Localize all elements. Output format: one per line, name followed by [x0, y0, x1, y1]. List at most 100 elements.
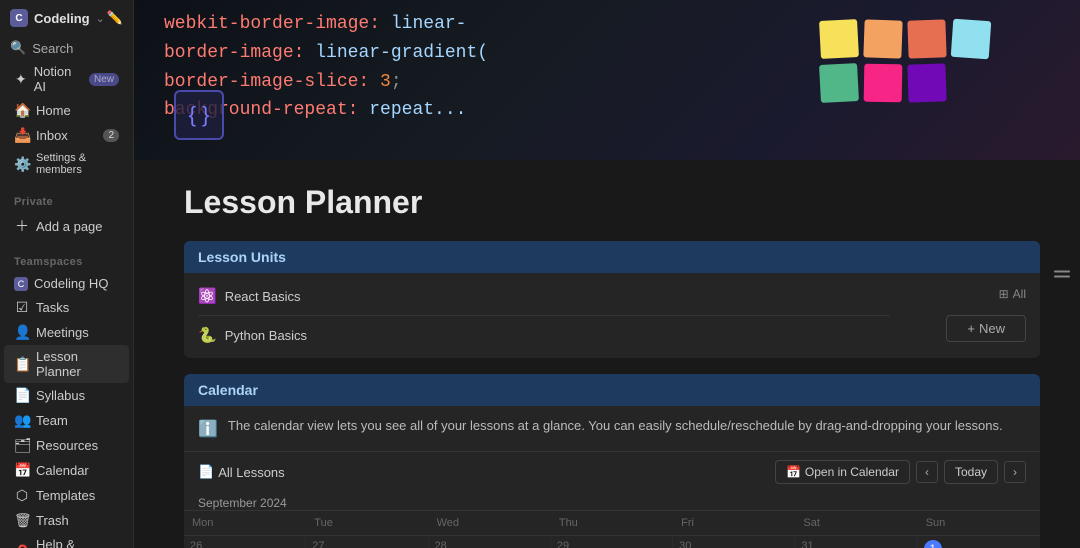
lesson-planner-label: Lesson Planner: [36, 349, 119, 379]
trash-label: Trash: [36, 513, 69, 528]
notion-ai-icon: ✦: [14, 71, 28, 88]
hero-logo: { }: [174, 90, 224, 140]
calendar-section-label: Calendar: [198, 382, 258, 398]
search-button[interactable]: 🔍 Search: [0, 36, 133, 60]
sidebar-item-home[interactable]: 🏠 Home: [4, 98, 129, 123]
workspace-info: C Codeling ⌄: [10, 9, 105, 27]
sidebar-item-add-page[interactable]: ＋ Add a page: [4, 212, 129, 240]
sidebar-item-inbox[interactable]: 📥 Inbox 2: [4, 123, 129, 148]
sidebar-item-help[interactable]: ❓ Help & support: [4, 533, 129, 548]
notion-ai-badge: New: [89, 73, 119, 86]
day-mon: Mon: [184, 511, 306, 535]
workspace-name: Codeling: [34, 11, 90, 26]
lesson-units-label: Lesson Units: [198, 249, 286, 265]
sidebar-item-syllabus[interactable]: 📄 Syllabus: [4, 383, 129, 408]
all-filter-button[interactable]: ⊞ All: [999, 281, 1026, 307]
hero-banner: webkit-border-image: linear- border-imag…: [134, 0, 1080, 160]
resources-label: Resources: [36, 438, 98, 453]
calendar-block: Calendar ℹ️ The calendar view lets you s…: [184, 374, 1040, 548]
sidebar-item-meetings[interactable]: 👤 Meetings: [4, 320, 129, 345]
templates-icon: ⬡: [14, 487, 30, 504]
sticky-note-pink: [864, 64, 903, 103]
cal-cell-28[interactable]: 28: [429, 536, 551, 548]
cal-next-button[interactable]: ›: [1004, 461, 1026, 483]
sidebar-item-resources[interactable]: 🗂 Resources: [4, 433, 129, 458]
day-sun: Sun: [918, 511, 1040, 535]
home-label: Home: [36, 103, 71, 118]
calendar-btn-icon: 📅: [786, 465, 801, 479]
team-label: Team: [36, 413, 68, 428]
sticky-note-cyan: [951, 19, 992, 60]
sidebar-item-tasks[interactable]: ☑ Tasks: [4, 295, 129, 320]
lesson-divider: [198, 315, 890, 316]
all-label: All: [1013, 287, 1026, 301]
cal-cell-26[interactable]: 26: [184, 536, 306, 548]
python-icon: 🐍: [198, 326, 217, 344]
lesson-item-react[interactable]: ⚛️ React Basics: [198, 281, 890, 311]
lesson-item-python[interactable]: 🐍 Python Basics: [198, 320, 890, 350]
calendar-icon: 📅: [14, 462, 30, 479]
cal-cell-30[interactable]: 30: [673, 536, 795, 548]
workspace-header[interactable]: C Codeling ⌄ ✏️: [0, 0, 133, 36]
syllabus-icon: 📄: [14, 387, 30, 404]
hamburger-menu[interactable]: [1054, 271, 1070, 278]
sidebar: C Codeling ⌄ ✏️ 🔍 Search ✦ Notion AI New…: [0, 0, 134, 548]
lesson-units-header: Lesson Units: [184, 241, 1040, 273]
hamburger-line-2: [1054, 276, 1070, 278]
sidebar-item-templates[interactable]: ⬡ Templates: [4, 483, 129, 508]
python-basics-label: Python Basics: [225, 328, 307, 343]
plus-icon: +: [967, 321, 975, 336]
today-button[interactable]: Today: [944, 460, 998, 484]
open-in-calendar-button[interactable]: 📅 Open in Calendar: [775, 460, 910, 484]
page-body: Lesson Planner Lesson Units ⚛️ React Bas…: [134, 160, 1080, 548]
sticky-note-green: [819, 63, 859, 103]
calendar-info-row: ℹ️ The calendar view lets you see all of…: [184, 406, 1040, 451]
sidebar-item-settings[interactable]: ⚙️ Settings & members: [4, 148, 129, 180]
sidebar-item-trash[interactable]: 🗑 Trash: [4, 508, 129, 533]
sidebar-item-notion-ai[interactable]: ✦ Notion AI New: [4, 60, 129, 98]
sidebar-item-codeling-hq[interactable]: C Codeling HQ: [4, 272, 129, 295]
new-page-icon[interactable]: ✏️: [105, 8, 125, 28]
cal-cell-27[interactable]: 27: [306, 536, 428, 548]
team-icon: 👥: [14, 412, 30, 429]
codeling-hq-label: Codeling HQ: [34, 276, 108, 291]
grid-icon: ⊞: [999, 287, 1009, 301]
private-section-label: Private: [0, 188, 133, 212]
lesson-units-row: ⚛️ React Basics 🐍 Python Basics: [198, 281, 1026, 350]
calendar-day-headers: Mon Tue Wed Thu Fri Sat Sun: [184, 511, 1040, 536]
codeling-hq-icon: C: [14, 277, 28, 291]
sidebar-item-lesson-planner[interactable]: 📋 Lesson Planner: [4, 345, 129, 383]
cal-cell-sep1[interactable]: 1 Sep: [918, 536, 1040, 548]
calendar-navigation: 📅 Open in Calendar ‹ Today ›: [775, 460, 1026, 484]
templates-label: Templates: [36, 488, 95, 503]
settings-icon: ⚙️: [14, 156, 30, 173]
meetings-label: Meetings: [36, 325, 89, 340]
cal-prev-button[interactable]: ‹: [916, 461, 938, 483]
chevron-down-icon: ⌄: [96, 12, 105, 25]
sticky-note-red: [907, 19, 946, 58]
all-lessons-link[interactable]: 📄 All Lessons: [198, 464, 285, 480]
notion-ai-label: Notion AI: [34, 64, 79, 94]
inbox-label: Inbox: [36, 128, 68, 143]
sidebar-item-team[interactable]: 👥 Team: [4, 408, 129, 433]
meetings-icon: 👤: [14, 324, 30, 341]
day-thu: Thu: [551, 511, 673, 535]
date-26: 26: [190, 540, 299, 548]
tasks-icon: ☑: [14, 299, 30, 316]
day-tue: Tue: [306, 511, 428, 535]
cal-cell-31[interactable]: 31: [795, 536, 917, 548]
add-page-label: Add a page: [36, 219, 103, 234]
lesson-list: ⚛️ React Basics 🐍 Python Basics: [198, 281, 890, 350]
react-basics-label: React Basics: [225, 289, 301, 304]
sidebar-item-calendar[interactable]: 📅 Calendar: [4, 458, 129, 483]
info-icon: ℹ️: [198, 419, 218, 439]
hamburger-line-1: [1054, 271, 1070, 273]
arrow-right-icon: ›: [1013, 465, 1017, 479]
lesson-units-body: ⚛️ React Basics 🐍 Python Basics: [184, 273, 1040, 358]
calendar-grid: Mon Tue Wed Thu Fri Sat Sun 26 27 28 29 …: [184, 510, 1040, 548]
new-lesson-button[interactable]: + New: [946, 315, 1026, 342]
cal-cell-29[interactable]: 29: [551, 536, 673, 548]
main-content: webkit-border-image: linear- border-imag…: [134, 0, 1080, 548]
calendar-week-row: 26 27 28 29 30 31 1 Sep: [184, 536, 1040, 548]
lesson-actions: ⊞ All + New: [906, 281, 1026, 350]
